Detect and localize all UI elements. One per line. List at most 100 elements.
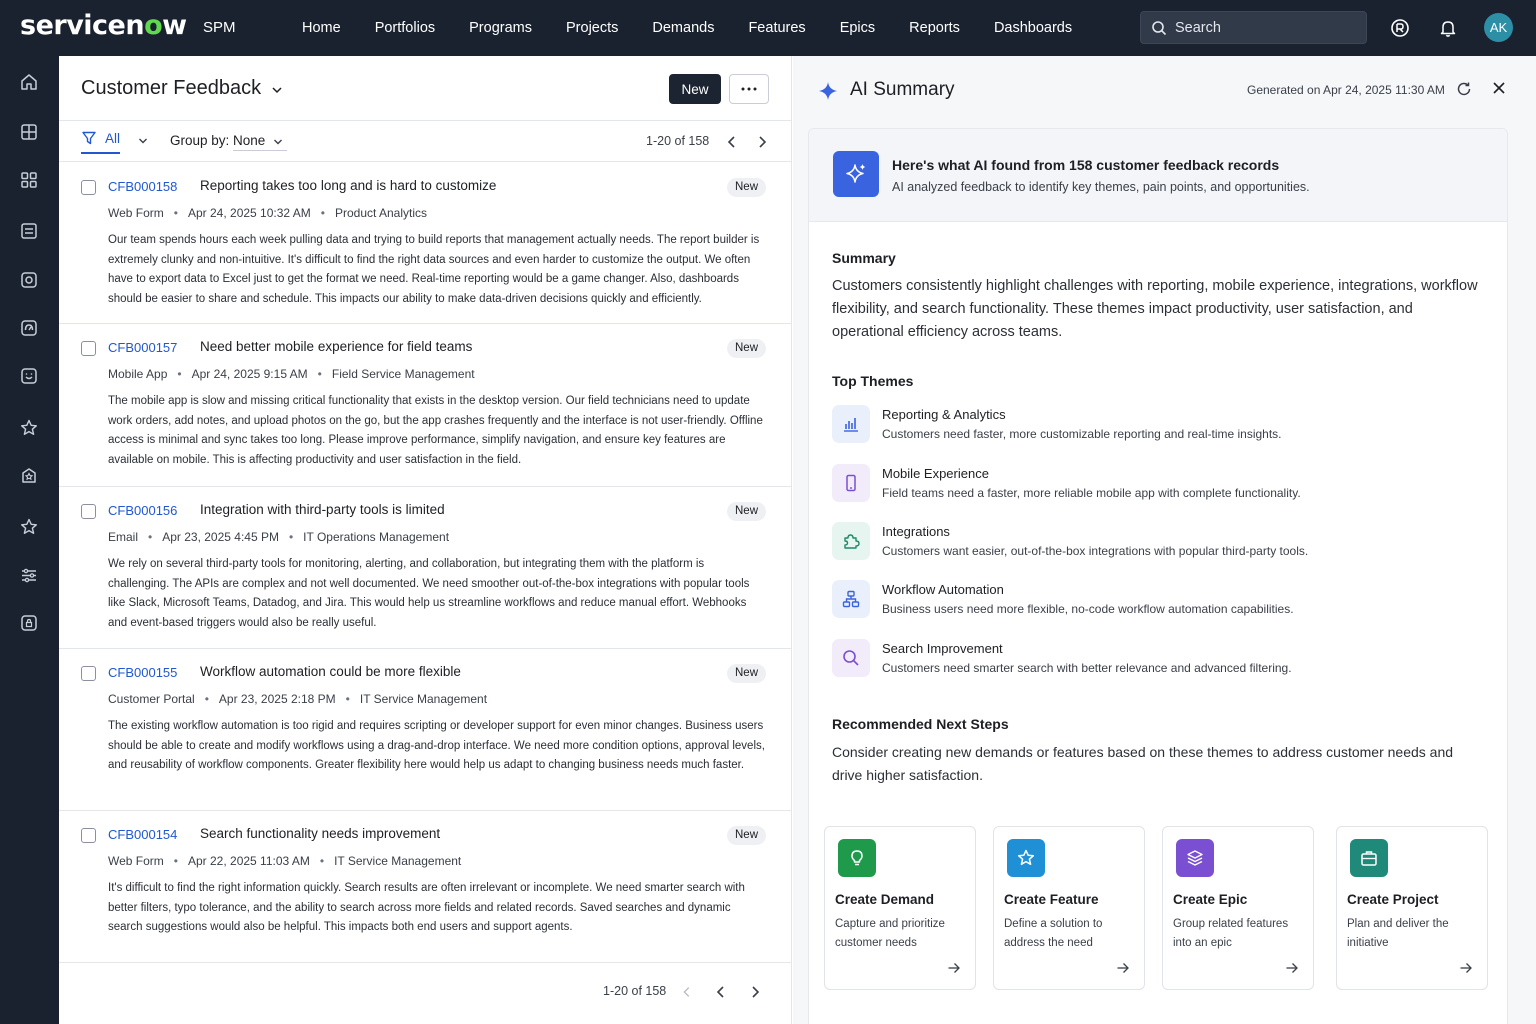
filter-label: All — [105, 130, 121, 146]
user-avatar[interactable]: AK — [1484, 13, 1513, 42]
record-id-link[interactable]: CFB000157 — [108, 340, 177, 355]
lock-icon[interactable] — [17, 611, 41, 635]
nav-programs[interactable]: Programs — [452, 0, 549, 56]
record-id-link[interactable]: CFB000154 — [108, 827, 177, 842]
row-checkbox[interactable] — [81, 504, 96, 519]
record-id-link[interactable]: CFB000156 — [108, 503, 177, 518]
generated-timestamp: Generated on Apr 24, 2025 11:30 AM — [1247, 83, 1445, 97]
create-project-card[interactable]: Create Project Plan and deliver the init… — [1336, 826, 1488, 990]
chevron-right-icon[interactable] — [754, 134, 770, 150]
favorite-icon[interactable] — [17, 515, 41, 539]
record-description: The mobile app is slow and missing criti… — [108, 395, 763, 466]
nav-reports[interactable]: Reports — [892, 0, 977, 56]
record-source: Mobile App — [108, 367, 168, 381]
record-meta: Web Form • Apr 24, 2025 10:32 AM • Product… — [108, 206, 427, 220]
puzzle-icon — [832, 522, 870, 560]
ai-summary-card: Here's what AI found from 158 customer f… — [808, 128, 1508, 1024]
refresh-icon[interactable] — [1455, 80, 1473, 98]
record-title[interactable]: Search functionality needs improvement — [200, 826, 440, 841]
row-checkbox[interactable] — [81, 341, 96, 356]
nav-dashboards[interactable]: Dashboards — [977, 0, 1089, 56]
arrow-right-icon — [948, 963, 960, 973]
filter-all[interactable]: All — [81, 130, 121, 154]
search-icon — [1152, 20, 1167, 35]
record-date: Apr 23, 2025 4:45 PM — [162, 530, 279, 544]
record-description: The existing workflow automation is too … — [108, 720, 765, 771]
star-icon[interactable] — [17, 416, 41, 440]
list-item[interactable]: CFB000156 Integration with third-party t… — [59, 487, 792, 649]
apps-icon[interactable] — [17, 168, 41, 192]
list-item[interactable]: CFB000155 Workflow automation could be m… — [59, 649, 792, 811]
star-icon — [1007, 839, 1045, 877]
close-icon[interactable] — [1491, 80, 1507, 96]
gauge-icon[interactable] — [17, 316, 41, 340]
record-title[interactable]: Need better mobile experience for field … — [200, 339, 472, 354]
create-demand-card[interactable]: Create Demand Capture and prioritize cus… — [824, 826, 976, 990]
list-item[interactable]: CFB000157 Need better mobile experience … — [59, 324, 792, 487]
record-description: We rely on several third-party tools for… — [108, 558, 750, 629]
chevron-left-icon[interactable] — [724, 134, 740, 150]
chevron-right-icon[interactable] — [747, 984, 763, 1000]
pagination-count: 1-20 of 158 — [646, 134, 710, 148]
servicenow-logo[interactable]: servicenow — [20, 10, 187, 41]
record-id-link[interactable]: CFB000155 — [108, 665, 177, 680]
nav-demands[interactable]: Demands — [635, 0, 731, 56]
create-feature-card[interactable]: Create Feature Define a solution to addr… — [993, 826, 1145, 990]
group-by-label: Group by: — [170, 133, 230, 148]
bar-chart-icon — [832, 405, 870, 443]
nav-projects[interactable]: Projects — [549, 0, 635, 56]
record-title[interactable]: Workflow automation could be more flexib… — [200, 664, 461, 679]
record-description: Our team spends hours each week pulling … — [108, 234, 760, 305]
row-checkbox[interactable] — [81, 180, 96, 195]
separator: • — [345, 692, 350, 706]
theme-description: Field teams need a faster, more reliable… — [882, 486, 1301, 500]
home-icon[interactable] — [17, 70, 41, 94]
list-icon[interactable] — [17, 219, 41, 243]
record-meta: Web Form • Apr 22, 2025 11:03 AM • IT Serv… — [108, 854, 461, 868]
more-actions-button[interactable] — [729, 74, 769, 104]
sliders-icon[interactable] — [17, 563, 41, 587]
global-search-input[interactable]: Search — [1140, 11, 1367, 44]
next-steps-heading: Recommended Next Steps — [832, 716, 1009, 732]
record-source: Customer Portal — [108, 692, 195, 706]
arrow-right-icon — [1460, 963, 1472, 973]
separator: • — [317, 367, 322, 381]
smile-icon[interactable] — [17, 364, 41, 388]
chevron-down-icon[interactable] — [138, 136, 148, 146]
app-name[interactable]: SPM — [203, 19, 236, 36]
ai-banner: Here's what AI found from 158 customer f… — [809, 129, 1507, 222]
page-title[interactable]: Customer Feedback — [81, 77, 261, 100]
nav-portfolios[interactable]: Portfolios — [358, 0, 452, 56]
briefcase-icon — [1350, 839, 1388, 877]
action-title: Create Demand — [835, 892, 935, 907]
nav-epics[interactable]: Epics — [823, 0, 892, 56]
target-icon[interactable] — [17, 268, 41, 292]
grid-icon[interactable] — [17, 120, 41, 144]
row-checkbox[interactable] — [81, 666, 96, 681]
chevron-down-icon[interactable] — [271, 84, 283, 96]
create-epic-card[interactable]: Create Epic Group related features into … — [1162, 826, 1314, 990]
row-checkbox[interactable] — [81, 828, 96, 843]
sparkle-icon — [819, 82, 837, 100]
list-item[interactable]: CFB000154 Search functionality needs imp… — [59, 811, 792, 963]
bell-icon[interactable] — [1436, 16, 1460, 40]
list-item[interactable]: CFB000158 Reporting takes too long and i… — [59, 163, 792, 324]
theme-item: Reporting & Analytics Customers need fas… — [832, 405, 1482, 449]
record-id-link[interactable]: CFB000158 — [108, 179, 177, 194]
nav-home[interactable]: Home — [285, 0, 358, 56]
record-date: Apr 24, 2025 9:15 AM — [191, 367, 308, 381]
badge-icon[interactable] — [17, 464, 41, 488]
chevron-left-icon[interactable] — [713, 984, 729, 1000]
new-button[interactable]: New — [669, 74, 721, 104]
record-title[interactable]: Integration with third-party tools is li… — [200, 502, 445, 517]
record-title[interactable]: Reporting takes too long and is hard to … — [200, 178, 496, 193]
top-nav-bar: servicenow SPM Home Portfolios Programs … — [0, 0, 1536, 56]
chevron-down-icon[interactable] — [273, 137, 283, 147]
record-description: It's difficult to find the right informa… — [108, 882, 745, 933]
theme-description: Customers need faster, more customizable… — [882, 427, 1282, 441]
record-source: Web Form — [108, 206, 164, 220]
chevron-first-icon[interactable] — [680, 985, 694, 999]
ai-summary-title: AI Summary — [850, 79, 955, 100]
ai-assist-icon[interactable] — [1388, 16, 1412, 40]
nav-features[interactable]: Features — [731, 0, 822, 56]
